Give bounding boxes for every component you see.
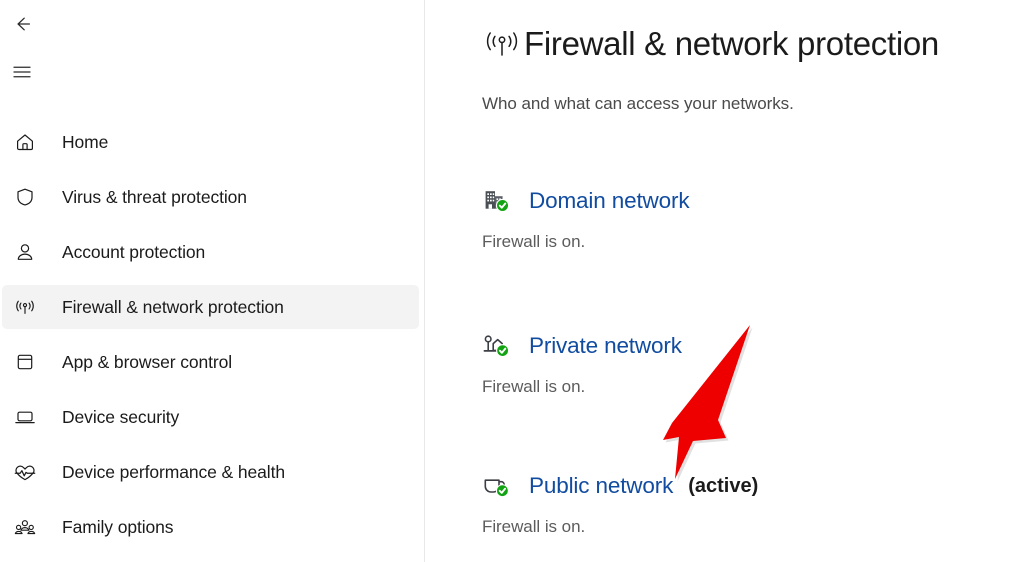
public-network-status: Firewall is on.: [482, 517, 586, 536]
arrow-left-icon: [11, 13, 33, 40]
back-button[interactable]: [4, 8, 40, 44]
wifi-signal-icon: [10, 296, 40, 318]
private-network-status: Firewall is on.: [482, 377, 586, 396]
sidebar-item-label: Firewall & network protection: [62, 296, 284, 317]
public-cup-icon: [482, 472, 514, 500]
sidebar-item-device-performance-health[interactable]: Device performance & health: [2, 450, 419, 494]
private-network-link[interactable]: Private network: [529, 332, 682, 360]
wifi-signal-icon: [482, 25, 524, 63]
hamburger-menu-button[interactable]: [4, 56, 40, 92]
network-section-public: Public network (active) Firewall is on.: [482, 471, 758, 537]
domain-building-icon: [482, 187, 514, 215]
sidebar-item-virus-threat-protection[interactable]: Virus & threat protection: [2, 175, 419, 219]
domain-network-link[interactable]: Domain network: [529, 187, 690, 215]
sidebar-item-list: Home Virus & threat protection Account p…: [0, 120, 421, 560]
family-people-icon: [10, 516, 40, 538]
sidebar-item-label: Home: [62, 131, 109, 152]
hamburger-menu-icon: [11, 63, 33, 86]
shield-icon: [10, 186, 40, 208]
sidebar-item-firewall-network-protection[interactable]: Firewall & network protection: [2, 285, 419, 329]
heart-pulse-icon: [10, 461, 40, 483]
page-title: Firewall & network protection: [524, 25, 939, 62]
sidebar-item-account-protection[interactable]: Account protection: [2, 230, 419, 274]
sidebar-item-label: Family options: [62, 516, 174, 537]
private-house-icon: [482, 332, 514, 360]
public-network-link[interactable]: Public network: [529, 472, 673, 500]
windows-security-window: Home Virus & threat protection Account p…: [0, 0, 1024, 562]
sidebar-item-label: Virus & threat protection: [62, 186, 247, 207]
page-subtitle: Who and what can access your networks.: [482, 94, 794, 113]
sidebar-item-family-options[interactable]: Family options: [2, 505, 419, 549]
domain-network-status: Firewall is on.: [482, 232, 586, 251]
home-icon: [10, 131, 40, 153]
sidebar-item-device-security[interactable]: Device security: [2, 395, 419, 439]
network-header: Public network (active): [482, 471, 758, 501]
network-header: Domain network: [482, 186, 690, 216]
sidebar-item-label: Account protection: [62, 241, 206, 262]
network-section-domain: Domain network Firewall is on.: [482, 186, 690, 252]
laptop-icon: [10, 406, 40, 428]
page-header: Firewall & network protection: [482, 24, 939, 64]
sidebar-item-label: Device performance & health: [62, 461, 285, 482]
network-header: Private network: [482, 331, 682, 361]
person-icon: [10, 241, 40, 263]
main-content: Firewall & network protection Who and wh…: [425, 0, 1024, 562]
sidebar-item-label: Device security: [62, 406, 180, 427]
sidebar-item-home[interactable]: Home: [2, 120, 419, 164]
sidebar-item-app-browser-control[interactable]: App & browser control: [2, 340, 419, 384]
public-network-active-badge: (active): [688, 475, 759, 497]
app-window-icon: [10, 351, 40, 373]
sidebar-item-label: App & browser control: [62, 351, 233, 372]
navigation-sidebar: Home Virus & threat protection Account p…: [0, 0, 425, 562]
network-section-private: Private network Firewall is on.: [482, 331, 682, 397]
